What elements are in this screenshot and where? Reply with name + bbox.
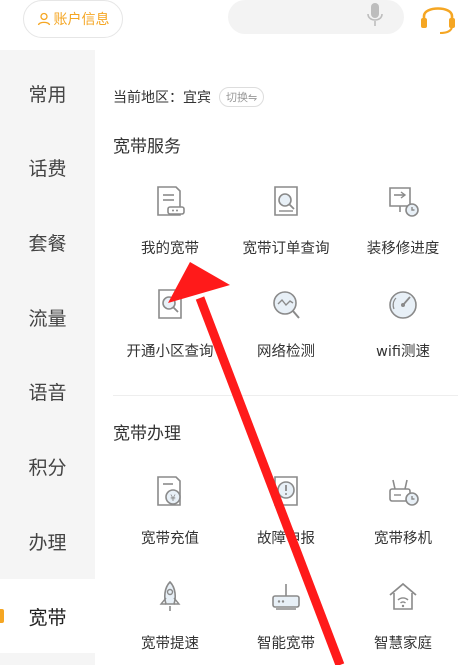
sidebar-item-label: 办理 <box>28 531 67 554</box>
order-search-icon <box>274 186 298 216</box>
service-label: 网络检测 <box>257 344 315 360</box>
service-fault-report[interactable]: 故障申报 <box>226 475 346 555</box>
sidebar-item-label: 话费 <box>28 157 67 180</box>
service-broadband-recharge[interactable]: ¥ 宽带充值 <box>110 475 230 555</box>
region-row: 当前地区：宜宾 切换⇋ <box>113 86 265 108</box>
sidebar-item-label: 积分 <box>28 456 67 479</box>
category-sidebar: 常用 话费 套餐 流量 语音 积分 办理 宽带 <box>0 50 95 665</box>
move-router-icon <box>389 479 419 506</box>
sidebar-item-voice[interactable]: 语音 <box>0 354 95 428</box>
sidebar-item-handle[interactable]: 办理 <box>0 504 95 578</box>
service-label: 宽带移机 <box>374 531 432 547</box>
sidebar-item-package[interactable]: 套餐 <box>0 205 95 279</box>
sidebar-item-common[interactable]: 常用 <box>0 56 95 130</box>
sidebar-item-label: 套餐 <box>28 232 67 255</box>
svg-text:¥: ¥ <box>170 494 176 504</box>
sidebar-item-label: 宽带 <box>28 606 67 629</box>
service-label: 智能宽带 <box>257 636 315 652</box>
progress-clock-icon <box>389 187 419 217</box>
service-label: 故障申报 <box>257 531 315 547</box>
sidebar-item-phone-bill[interactable]: 话费 <box>0 130 95 204</box>
service-broadband-speedup[interactable]: 宽带提速 <box>110 580 230 660</box>
main-content: 当前地区：宜宾 切换⇋ 宽带服务 我的宽带 宽带订单查询 装移修进度 开通小区查… <box>95 50 468 665</box>
rocket-icon <box>159 580 181 611</box>
service-install-progress[interactable]: 装移修进度 <box>343 185 463 265</box>
sidebar-item-label: 流量 <box>28 307 67 330</box>
service-my-broadband[interactable]: 我的宽带 <box>110 185 230 265</box>
fault-report-icon <box>274 476 298 506</box>
service-label: 宽带提速 <box>141 636 199 652</box>
network-check-icon <box>273 291 300 319</box>
service-label: 装移修进度 <box>366 241 440 257</box>
account-info-button[interactable]: 账户信息 <box>23 0 123 38</box>
service-broadband-move[interactable]: 宽带移机 <box>343 475 463 555</box>
sidebar-item-label: 常用 <box>28 83 67 106</box>
service-community-query[interactable]: 开通小区查询 <box>110 288 230 368</box>
speed-gauge-icon <box>389 291 417 319</box>
service-order-query[interactable]: 宽带订单查询 <box>226 185 346 265</box>
search-input[interactable] <box>228 0 404 34</box>
section-title-broadband-handle: 宽带办理 <box>113 424 181 444</box>
section-title-broadband-service: 宽带服务 <box>113 137 181 157</box>
broadband-doc-icon <box>157 186 185 216</box>
sidebar-item-data[interactable]: 流量 <box>0 280 95 354</box>
top-bar: 账户信息 <box>0 0 468 50</box>
service-label: 我的宽带 <box>141 241 199 257</box>
customer-service-headset-icon[interactable] <box>418 0 458 34</box>
service-wifi-speed[interactable]: wifi测速 <box>343 288 463 368</box>
service-label: wifi测速 <box>375 344 431 360</box>
microphone-icon[interactable] <box>366 2 384 28</box>
user-icon <box>37 12 50 26</box>
sidebar-item-broadband[interactable]: 宽带 <box>0 579 95 653</box>
service-smart-broadband[interactable]: 智能宽带 <box>226 580 346 660</box>
service-label: 智慧家庭 <box>374 636 432 652</box>
service-label: 宽带订单查询 <box>242 241 330 257</box>
service-label: 宽带充值 <box>141 531 199 547</box>
smart-router-icon <box>272 584 300 610</box>
service-label: 开通小区查询 <box>126 344 214 360</box>
switch-region-button[interactable]: 切换⇋ <box>219 87 265 107</box>
service-smart-home[interactable]: 智慧家庭 <box>343 580 463 660</box>
sidebar-item-points[interactable]: 积分 <box>0 429 95 503</box>
community-search-icon <box>158 289 182 319</box>
current-region-label: 当前地区：宜宾 <box>113 90 211 106</box>
section-divider <box>113 395 458 396</box>
sidebar-item-label: 语音 <box>28 381 67 404</box>
recharge-icon: ¥ <box>157 476 181 506</box>
account-info-label: 账户信息 <box>53 12 110 28</box>
service-network-check[interactable]: 网络检测 <box>226 288 346 368</box>
smart-home-icon <box>389 582 417 610</box>
